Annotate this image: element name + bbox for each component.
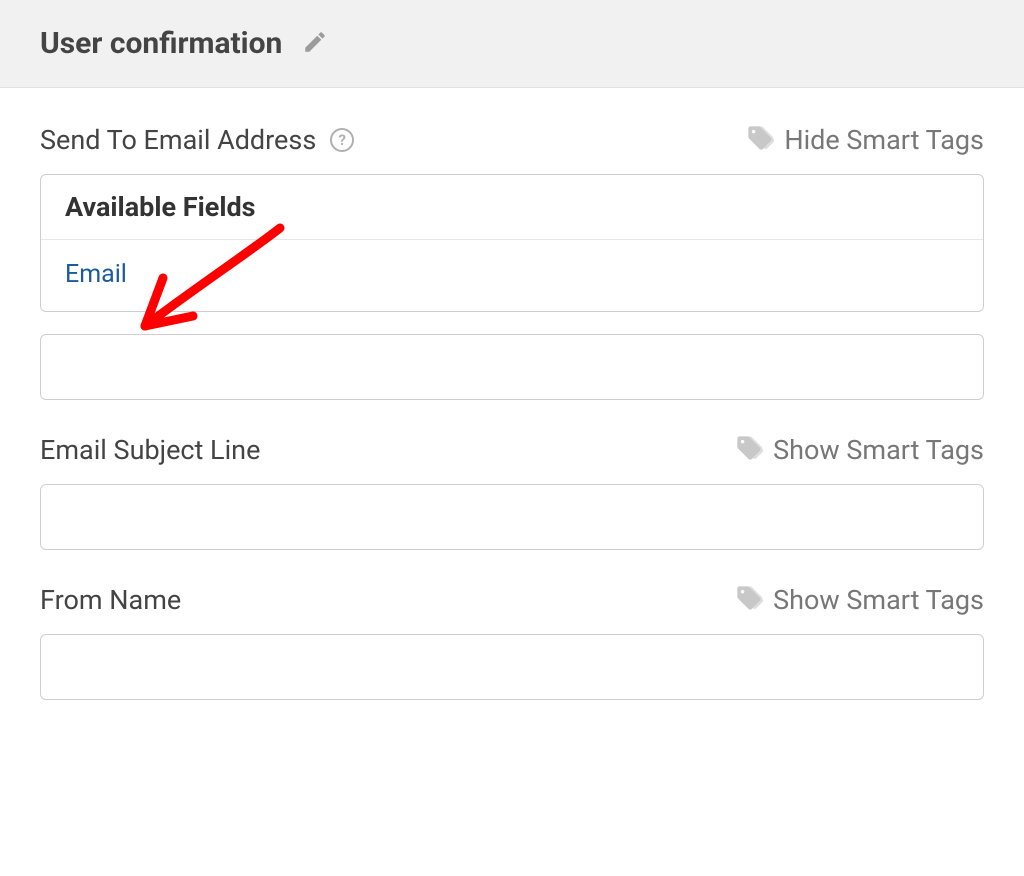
form-content: Send To Email Address ? Hide Smart Tags … <box>0 88 1024 700</box>
from-name-block: From Name Show Smart Tags <box>40 584 984 700</box>
help-icon[interactable]: ? <box>330 128 354 152</box>
available-fields-title: Available Fields <box>65 191 256 223</box>
smart-tags-toggle-label: Hide Smart Tags <box>784 124 984 156</box>
available-fields-panel: Available Fields Email <box>40 174 984 312</box>
tags-icon <box>735 584 763 616</box>
smart-tags-toggle-label: Show Smart Tags <box>773 434 984 466</box>
from-name-label: From Name <box>40 584 181 616</box>
send-to-input[interactable] <box>40 334 984 400</box>
send-to-label: Send To Email Address <box>40 124 316 156</box>
send-to-label-row: Send To Email Address ? Hide Smart Tags <box>40 124 984 156</box>
available-fields-body: Email <box>41 240 983 311</box>
section-header: User confirmation <box>0 0 1024 88</box>
from-name-input[interactable] <box>40 634 984 700</box>
available-fields-header: Available Fields <box>41 175 983 240</box>
hide-smart-tags-button[interactable]: Hide Smart Tags <box>746 124 984 156</box>
send-to-block: Send To Email Address ? Hide Smart Tags … <box>40 124 984 400</box>
subject-label-left: Email Subject Line <box>40 434 260 466</box>
subject-label: Email Subject Line <box>40 434 260 466</box>
field-link-email[interactable]: Email <box>65 260 127 289</box>
subject-input[interactable] <box>40 484 984 550</box>
send-to-label-left: Send To Email Address ? <box>40 124 354 156</box>
subject-label-row: Email Subject Line Show Smart Tags <box>40 434 984 466</box>
subject-block: Email Subject Line Show Smart Tags <box>40 434 984 550</box>
smart-tags-toggle-label: Show Smart Tags <box>773 584 984 616</box>
from-name-label-row: From Name Show Smart Tags <box>40 584 984 616</box>
show-smart-tags-fromname[interactable]: Show Smart Tags <box>735 584 984 616</box>
from-name-label-left: From Name <box>40 584 181 616</box>
tags-icon <box>735 434 763 466</box>
show-smart-tags-subject[interactable]: Show Smart Tags <box>735 434 984 466</box>
section-title: User confirmation <box>40 26 282 61</box>
tags-icon <box>746 124 774 156</box>
edit-icon[interactable] <box>302 29 328 59</box>
